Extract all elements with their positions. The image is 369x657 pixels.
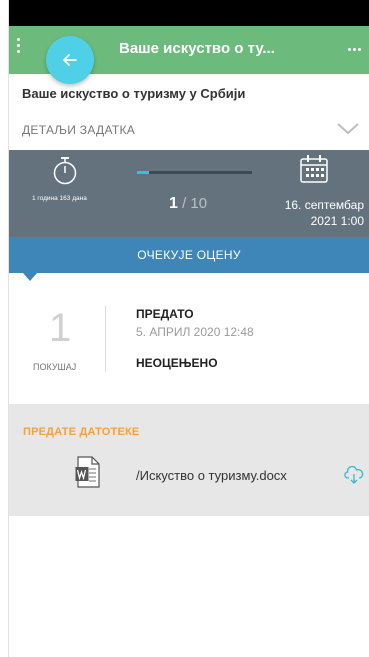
calendar-icon <box>300 155 328 183</box>
attempt-counter: 1 / 10 <box>169 195 207 213</box>
attempt-number-label: ПОКУШАЈ <box>33 362 77 372</box>
attempt-total: / 10 <box>177 195 208 212</box>
attempt-current: 1 <box>169 195 178 212</box>
due-date: 16. септембар 2021 1:00 <box>244 197 364 229</box>
grading-status-banner: ОЧЕКУЈЕ ОЦЕНУ <box>9 237 369 281</box>
due-date-line1: 16. септембар <box>284 198 364 212</box>
arrow-left-icon <box>63 54 77 66</box>
file-name: /Искуство о туризму.docx <box>136 468 287 483</box>
grade-status: НЕОЦЕЊЕНО <box>136 356 218 370</box>
submitted-label: ПРЕДАТО <box>136 307 194 321</box>
submitted-files-section: ПРЕДАТЕ ДАТОТЕКЕ /Искуство о туризму.doc… <box>9 404 369 516</box>
attempts-progress-bar <box>137 171 252 174</box>
cloud-download-icon[interactable] <box>344 466 364 484</box>
app-bar: Ваше искуство о ту... <box>9 26 369 84</box>
submitted-date: 5. АПРИЛ 2020 12:48 <box>136 325 254 339</box>
time-elapsed: 1 година 163 дана <box>32 195 87 202</box>
more-horizontal-icon[interactable] <box>348 48 361 51</box>
left-frame-edge <box>0 0 9 657</box>
file-item[interactable]: /Искуство о туризму.docx <box>9 452 369 496</box>
submitted-files-header: ПРЕДАТЕ ДАТОТЕКЕ <box>23 426 140 438</box>
back-button[interactable] <box>46 36 94 84</box>
assignment-stats-panel: 1 година 163 дана 1 / 10 16. септембар 2… <box>9 150 369 237</box>
attempt-divider <box>105 306 106 372</box>
word-document-icon <box>75 456 100 488</box>
details-label: ДЕТАЉИ ЗАДАТКА <box>22 123 136 137</box>
grading-status-label: ОЧЕКУЈЕ ОЦЕНУ <box>137 248 241 262</box>
due-date-line2: 2021 1:00 <box>310 214 364 228</box>
attempts-progress-fill <box>137 171 149 174</box>
assignment-details-toggle[interactable]: ДЕТАЉИ ЗАДАТКА <box>9 112 369 150</box>
stopwatch-icon <box>53 157 77 185</box>
more-vertical-icon[interactable] <box>17 38 23 56</box>
chevron-down-icon <box>337 123 359 135</box>
attempt-number: 1 <box>49 306 72 350</box>
attempt-card[interactable]: 1 ПОКУШАЈ ПРЕДАТО 5. АПРИЛ 2020 12:48 НЕ… <box>9 280 369 400</box>
app-bar-title: Ваше искуство о ту... <box>119 40 275 57</box>
assignment-title: Ваше искуство о туризму у Србији <box>22 86 246 101</box>
system-status-bar <box>9 0 369 26</box>
